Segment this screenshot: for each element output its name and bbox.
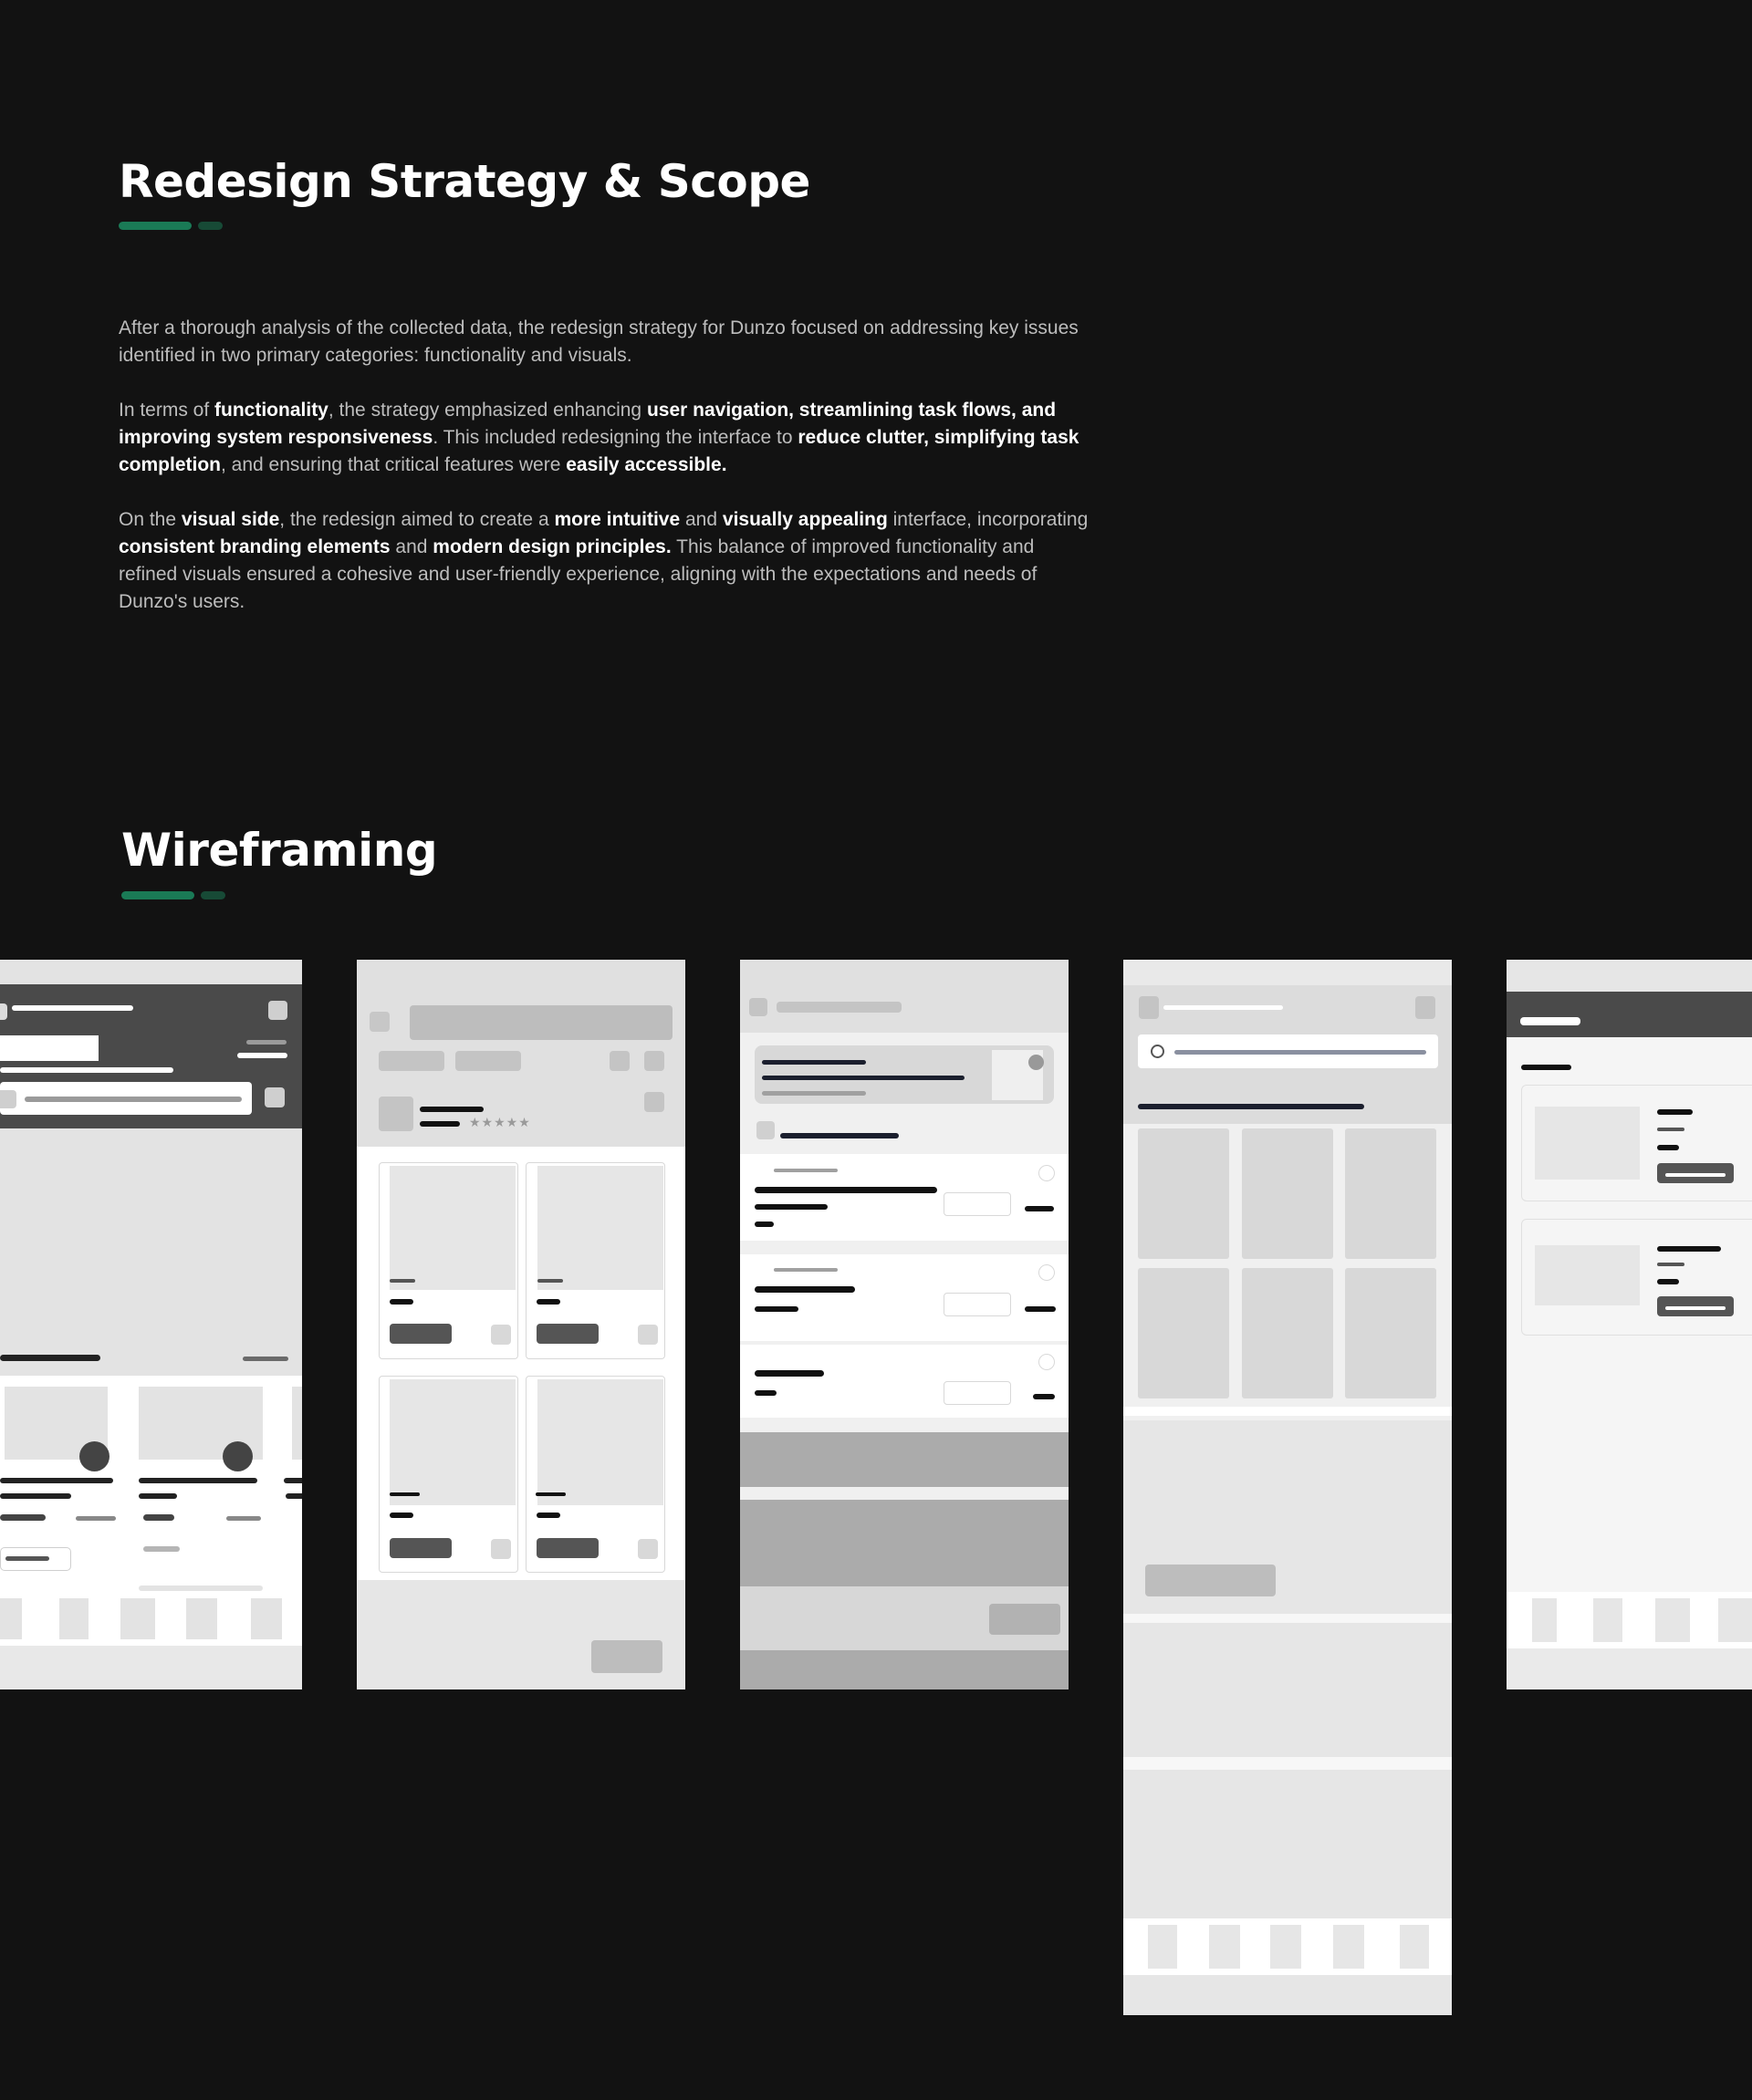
section-title-strategy: Redesign Strategy & Scope	[119, 155, 810, 208]
title-underline	[121, 891, 194, 899]
wireframe-categories	[1123, 960, 1452, 2015]
strategy-paragraph-1: After a thorough analysis of the collect…	[119, 317, 1079, 366]
strategy-paragraph-3: On the visual side, the redesign aimed t…	[119, 509, 1089, 612]
search-icon	[1151, 1045, 1164, 1058]
title-underline-dot	[201, 891, 225, 899]
wireframe-orders	[1507, 960, 1752, 1689]
wireframe-listing: ★★★★★	[357, 960, 685, 1689]
wireframe-cart	[740, 960, 1069, 1689]
title-underline-dot	[198, 222, 223, 230]
section-title-wireframing: Wireframing	[121, 824, 438, 877]
rating-stars: ★★★★★	[469, 1115, 531, 1129]
wireframe-home	[0, 960, 302, 1689]
title-underline	[119, 222, 192, 230]
strategy-paragraph-2: In terms of functionality, the strategy …	[119, 400, 1079, 475]
